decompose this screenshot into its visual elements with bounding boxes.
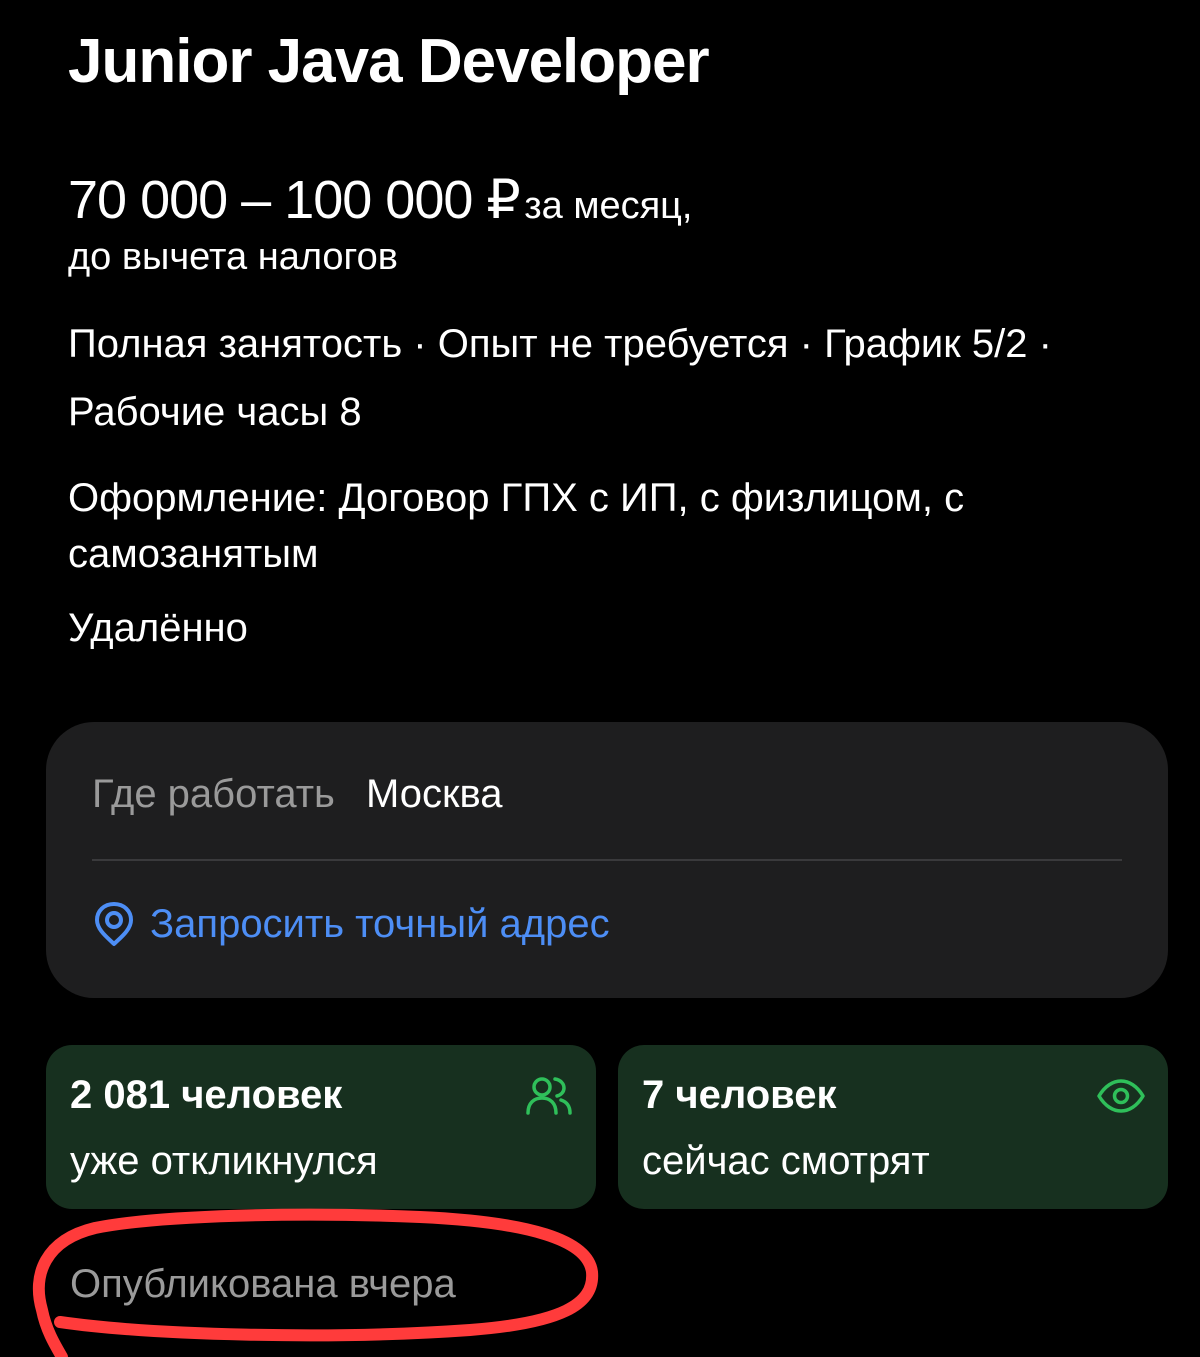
published-date: Опубликована вчера bbox=[70, 1262, 456, 1306]
responses-count: 2 081 человек bbox=[70, 1073, 343, 1117]
contract-type: Оформление: Договор ГПХ с ИП, с физлицом… bbox=[68, 476, 965, 576]
work-format: Удалённо bbox=[68, 606, 248, 650]
location-row: Где работать Москва bbox=[92, 772, 503, 817]
location-label: Где работать bbox=[92, 772, 335, 816]
request-address-link[interactable]: Запросить точный адрес bbox=[92, 900, 610, 948]
responses-caption: уже откликнулся bbox=[70, 1139, 378, 1183]
salary: 70 000 – 100 000 ₽ за месяц, bbox=[68, 168, 693, 231]
salary-period: за месяц, bbox=[524, 185, 693, 227]
divider bbox=[92, 859, 1122, 861]
vacancy-title: Junior Java Developer bbox=[68, 27, 710, 96]
eye-icon bbox=[1096, 1073, 1146, 1119]
responses-card: 2 081 человек уже откликнулся bbox=[46, 1045, 596, 1209]
viewers-caption: сейчас смотрят bbox=[642, 1139, 930, 1183]
location-pin-icon bbox=[92, 900, 136, 948]
employment-attributes: Полная занятость · Опыт не требуется · Г… bbox=[68, 322, 1052, 434]
people-icon bbox=[524, 1073, 574, 1119]
request-address-label: Запросить точный адрес bbox=[150, 901, 610, 946]
location-city: Москва bbox=[365, 772, 503, 816]
salary-note: до вычета налогов bbox=[68, 236, 398, 278]
salary-amount: 70 000 – 100 000 ₽ bbox=[68, 170, 521, 230]
viewers-card: 7 человек сейчас смотрят bbox=[618, 1045, 1168, 1209]
location-card: Где работать Москва Запросить точный адр… bbox=[46, 722, 1168, 998]
viewers-count: 7 человек bbox=[642, 1073, 837, 1117]
